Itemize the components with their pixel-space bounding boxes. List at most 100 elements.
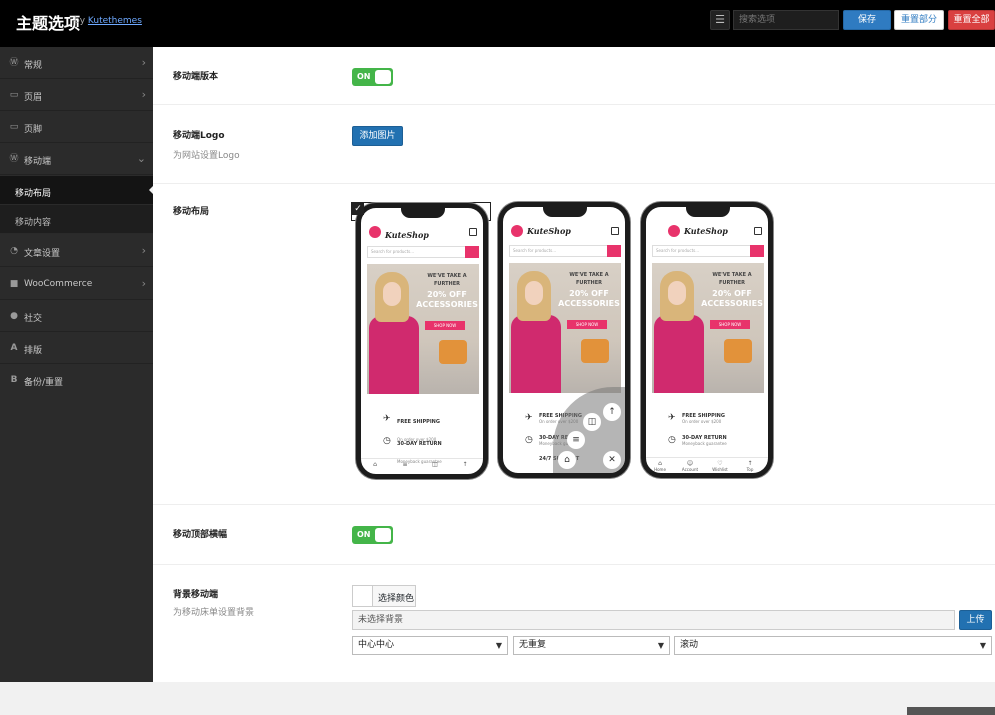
brand-link[interactable]: Kutethemes [88, 16, 142, 26]
handbag-image [581, 339, 609, 363]
reset-section-button[interactable]: 重置部分 [894, 10, 944, 30]
sidebar: Ⓦ 常规 › ▭ 页眉 › ▭ 页脚 Ⓦ 移动端 ⌄ 移动布局 移动内容 ◔ 文… [0, 47, 153, 682]
handbag-image [724, 339, 752, 363]
promo-small-text: WE'VE TAKE A FURTHER [712, 272, 752, 286]
background-attachment-select[interactable]: 滚动 ▼ [674, 636, 992, 655]
feature-title: FREE SHIPPING [397, 419, 440, 425]
feature-title: 30-DAY RETURN [397, 441, 442, 447]
feature-sub: On order over $200 [682, 419, 722, 424]
model-face [525, 281, 543, 305]
field-label: 移动端Logo [173, 131, 225, 141]
reset-all-button[interactable]: 重置全部 [948, 10, 995, 30]
layout-option-1[interactable]: KuteShop Search for products... WE'VE TA… [351, 202, 491, 479]
toggle-on-label: ON [357, 530, 371, 539]
sidebar-subitem-mobile-content[interactable]: 移动内容 [0, 205, 153, 234]
shop-now-button: SHOP NOW [567, 320, 607, 329]
sidebar-item-mobile[interactable]: Ⓦ 移动端 ⌄ [0, 143, 153, 175]
promo-small-text: WE'VE TAKE A FURTHER [569, 272, 609, 286]
bag-icon [754, 227, 762, 235]
background-position-select[interactable]: 中心中心 ▼ [352, 636, 508, 655]
nav-label: Menu [399, 474, 411, 479]
byline: by Kutethemes [74, 16, 142, 26]
promo-big-text: 20% OFF ACCESSORIES [416, 290, 478, 309]
nav-label: Account [681, 467, 699, 472]
phone-search-text: Search for products... [513, 248, 557, 253]
field-mobile-layout: 移动布局 KuteShop Search for products... WE'… [153, 184, 995, 505]
arrow-up-icon: ↑ [462, 461, 468, 468]
users-icon: ● [10, 311, 18, 321]
toggle-knob [375, 70, 391, 84]
sidebar-item-woocommerce[interactable]: ■ WooCommerce › [0, 268, 153, 300]
mobile-header-toggle[interactable]: ON [352, 526, 393, 544]
promo-banner: WE'VE TAKE A FURTHER 20% OFF ACCESSORIES… [367, 264, 479, 394]
upload-button[interactable]: 上传 [959, 610, 992, 630]
cart-logo-icon [369, 226, 381, 238]
field-label: 背景移动端 [173, 590, 219, 600]
sidebar-subitem-label: 移动布局 [15, 189, 52, 199]
color-picker-button[interactable]: 选择颜色 [352, 585, 416, 607]
model-figure [369, 316, 419, 394]
wordpress-icon: Ⓦ [9, 58, 19, 68]
folder-icon: ▭ [9, 122, 19, 132]
search-input[interactable] [733, 10, 839, 30]
layout-option-3[interactable]: KuteShop Search for products... WE'VE TA… [637, 202, 777, 480]
nav-label: Top [746, 467, 754, 472]
sidebar-item-label: 社交 [24, 314, 43, 324]
sidebar-item-general[interactable]: Ⓦ 常规 › [0, 47, 153, 79]
phone-topbar: KuteShop [367, 226, 479, 240]
phone-search: Search for products... [367, 246, 479, 258]
arrow-up-icon: ↑ [747, 460, 753, 467]
phone-bottom-nav: ⌂ Home ☺ Account ♡ Wishlist ↑ Top [646, 457, 768, 473]
chevron-right-icon: › [141, 56, 146, 69]
phone-preview: KuteShop Search for products... WE'VE TA… [641, 202, 773, 478]
sidebar-item-blog[interactable]: ◔ 文章设置 › [0, 235, 153, 267]
clock-icon: ◷ [383, 436, 391, 446]
bold-icon: B [10, 375, 18, 385]
toggle-on-label: ON [357, 72, 371, 81]
phone-search-text: Search for products... [656, 248, 700, 253]
phone-preview: KuteShop Search for products... WE'VE TA… [498, 202, 630, 478]
field-mobile-version: 移动端版本 ON [153, 47, 995, 105]
sidebar-item-typography[interactable]: A 排版 [0, 332, 153, 364]
nav-label: Cart [430, 474, 440, 479]
nav-label: Wishlist [712, 467, 728, 472]
arrow-up-icon: ↑ [603, 403, 621, 421]
search-icon [607, 245, 621, 257]
background-repeat-select[interactable]: 无重复 ▼ [513, 636, 670, 655]
sidebar-item-backup[interactable]: B 备份/重置 [0, 364, 153, 396]
sidebar-item-social[interactable]: ● 社交 [0, 300, 153, 332]
clock-icon: ◷ [668, 435, 676, 445]
layout-option-2[interactable]: KuteShop Search for products... WE'VE TA… [494, 202, 634, 480]
shop-brand: KuteShop [385, 230, 429, 240]
nav-cart: ◫ Cart [423, 461, 447, 479]
save-button[interactable]: 保存 [843, 10, 891, 30]
mobile-version-toggle[interactable]: ON [352, 68, 393, 86]
heart-icon: ♡ [717, 460, 723, 467]
model-face [668, 281, 686, 305]
sidebar-subitem-mobile-layout[interactable]: 移动布局 [0, 176, 153, 205]
chevron-right-icon: › [141, 88, 146, 101]
folder-icon: ▭ [9, 90, 19, 100]
feature-sub: Moneyback guarantee [682, 441, 727, 446]
sidebar-item-label: 常规 [24, 61, 43, 71]
byline-prefix: by [74, 16, 86, 26]
promo-banner: WE'VE TAKE A FURTHER 20% OFF ACCESSORIES… [652, 263, 764, 393]
search-icon [750, 245, 764, 257]
phone-notch [401, 208, 445, 218]
field-label: 移动布局 [173, 207, 210, 217]
chevron-down-icon: ▼ [979, 641, 986, 650]
phone-notch [686, 207, 730, 217]
background-image-input[interactable]: 未选择背景 [352, 610, 955, 630]
sidebar-item-footer[interactable]: ▭ 页脚 [0, 111, 153, 143]
bag-icon: ◫ [583, 413, 601, 431]
ime-toolbar [907, 707, 995, 715]
field-label: 移动顶部横幅 [173, 530, 228, 540]
sidebar-item-header[interactable]: ▭ 页眉 › [0, 79, 153, 111]
feature-shipping: ✈ FREE SHIPPING On order over $200 [668, 413, 725, 424]
nav-home: ⌂ Home [648, 460, 672, 472]
expand-icon[interactable]: ☰ [710, 10, 730, 30]
field-background-mobile: 背景移动端 为移动床单设置背景 选择颜色 未选择背景 上传 中心中心 ▼ 无重复 ▼… [153, 565, 995, 682]
add-image-button[interactable]: 添加图片 [352, 126, 403, 146]
nav-label: Home [369, 474, 381, 479]
user-icon: ☺ [686, 460, 694, 467]
